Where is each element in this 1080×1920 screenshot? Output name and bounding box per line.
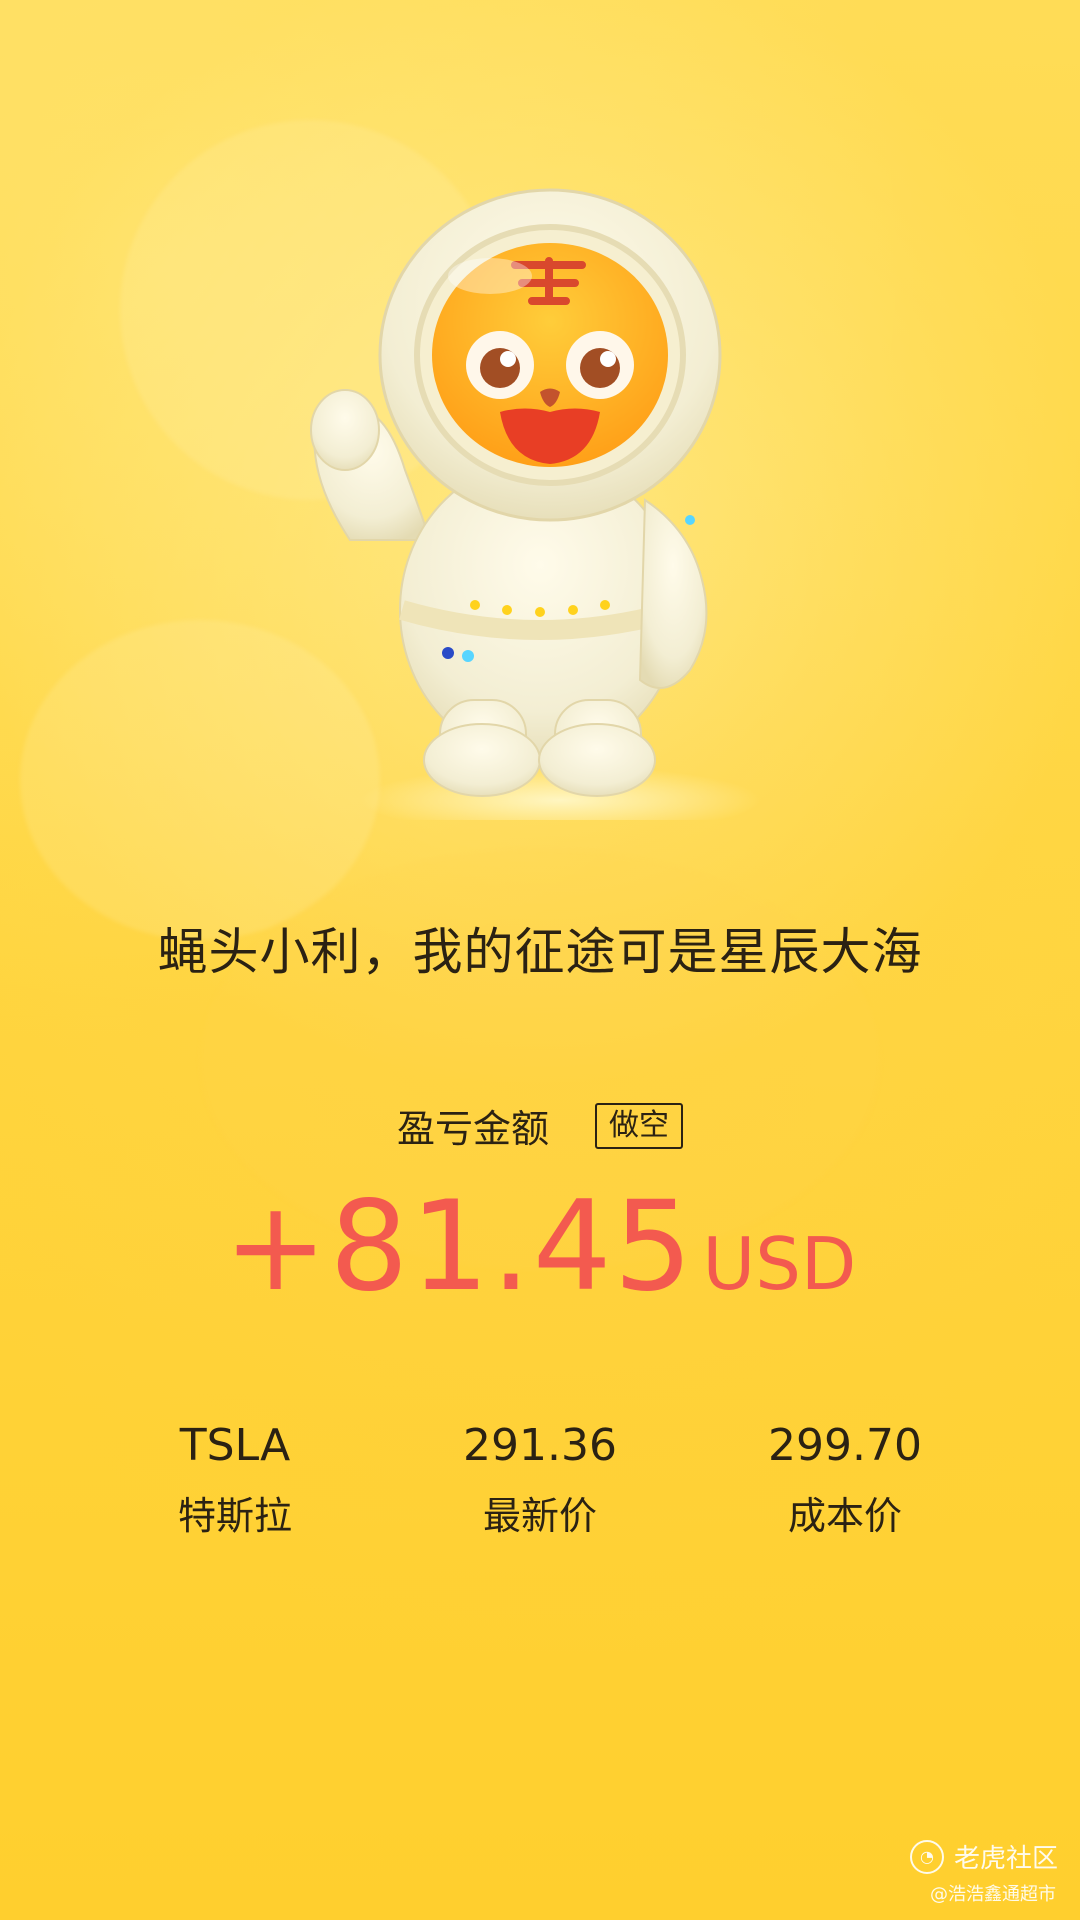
- latest-price-label: 最新价: [482, 1494, 597, 1538]
- belt-light: [502, 605, 512, 615]
- pnl-label: 盈亏金额: [396, 1107, 549, 1151]
- cyan-button: [462, 650, 474, 662]
- right-eye-highlight: [600, 351, 616, 367]
- share-card: 蝇头小利，我的征途可是星辰大海 盈亏金额 做空 +81.45 USD TSLA …: [0, 0, 1080, 1920]
- tiger-astronaut-mascot: [310, 188, 760, 820]
- pnl-amount: +81.45 USD: [0, 1185, 1080, 1309]
- cost-price-value: 299.70: [768, 1420, 922, 1471]
- ticker-symbol: TSLA: [179, 1420, 291, 1471]
- stock-stats: TSLA 特斯拉 291.36 最新价 299.70 成本价: [0, 1420, 1080, 1560]
- left-glove: [310, 389, 380, 471]
- cost-price-label: 成本价: [787, 1494, 902, 1538]
- pnl-header: 盈亏金额 做空: [0, 1098, 1080, 1153]
- belt-light: [470, 600, 480, 610]
- latest-price-value: 291.36: [463, 1420, 617, 1471]
- belt-light: [568, 605, 578, 615]
- profit-amount: +81.45: [223, 1175, 695, 1319]
- right-arm: [638, 498, 708, 689]
- blue-button: [442, 647, 454, 659]
- left-boot: [423, 723, 541, 797]
- watermark-brand: ◔ 老虎社区: [909, 1838, 1058, 1875]
- belt-light: [535, 607, 545, 617]
- belt-light: [600, 600, 610, 610]
- ticker-name: 特斯拉: [177, 1494, 292, 1538]
- ticker-stat: TSLA 特斯拉: [105, 1420, 365, 1542]
- helmet-shine: [448, 258, 532, 294]
- watermark-handle: @浩浩鑫通超市: [930, 1884, 1056, 1905]
- left-eye-highlight: [500, 351, 516, 367]
- position-type-badge: 做空: [595, 1102, 683, 1149]
- currency-code: USD: [702, 1222, 857, 1306]
- right-arm-light: [685, 515, 695, 525]
- latest-price-stat: 291.36 最新价: [410, 1420, 670, 1542]
- slogan-text: 蝇头小利，我的征途可是星辰大海: [157, 923, 923, 981]
- cost-price-stat: 299.70 成本价: [715, 1420, 975, 1542]
- tiger-logo-icon: ◔: [909, 1839, 944, 1874]
- watermark-brand-text: 老虎社区: [953, 1844, 1058, 1874]
- right-boot: [538, 723, 656, 797]
